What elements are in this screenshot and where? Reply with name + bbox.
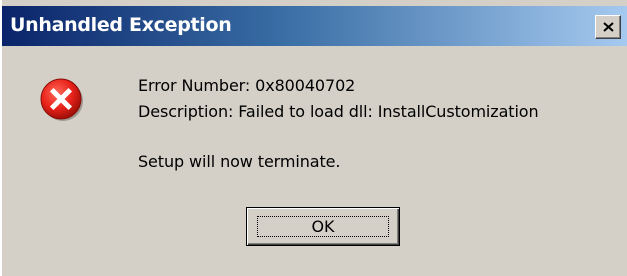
close-icon (603, 22, 614, 32)
title-bar[interactable]: Unhandled Exception (2, 6, 627, 46)
dialog-window: Unhandled Exception Error Number: 0x8004… (0, 0, 627, 276)
window-title: Unhandled Exception (10, 14, 232, 36)
description-text: Description: Failed to load dll: Install… (138, 102, 539, 121)
error-number-text: Error Number: 0x80040702 (138, 76, 356, 95)
error-icon (40, 78, 83, 121)
close-button[interactable] (595, 15, 621, 39)
ok-button-label: OK (311, 217, 335, 236)
ok-button[interactable]: OK (246, 207, 400, 246)
terminate-text: Setup will now terminate. (138, 152, 341, 171)
